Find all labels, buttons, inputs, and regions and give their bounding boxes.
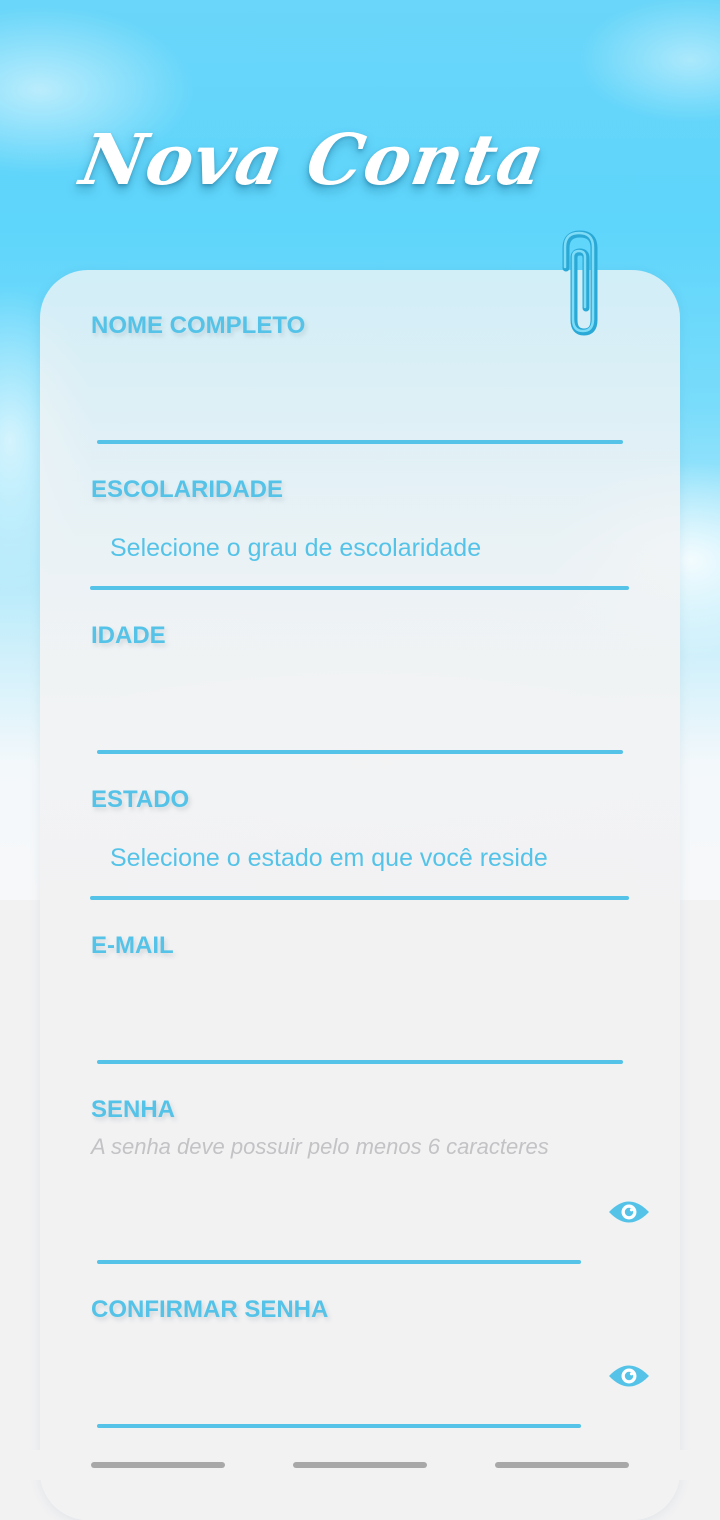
show-confirm-password-eye-icon[interactable] [607, 1361, 651, 1391]
full-name-input[interactable] [97, 360, 623, 444]
full-name-label: NOME COMPLETO [91, 312, 306, 339]
show-password-eye-icon[interactable] [607, 1197, 651, 1227]
age-input[interactable] [97, 670, 623, 754]
confirm-password-label: CONFIRMAR SENHA [91, 1296, 329, 1323]
nav-home[interactable] [293, 1462, 427, 1468]
full-name-underline [97, 440, 623, 444]
age-underline [97, 750, 623, 754]
state-placeholder: Selecione o estado em que você reside [110, 844, 548, 872]
email-label: E-MAIL [91, 932, 174, 959]
confirm-password-input[interactable] [97, 1344, 581, 1428]
password-hint: A senha deve possuir pelo menos 6 caract… [91, 1134, 549, 1159]
education-select[interactable]: Selecione o grau de escolaridade [90, 520, 629, 590]
paperclip-icon [562, 230, 598, 336]
confirm-password-underline [97, 1424, 581, 1428]
nav-back[interactable] [495, 1462, 629, 1468]
nav-recent-apps[interactable] [91, 1462, 225, 1468]
education-underline [90, 586, 629, 590]
education-label: ESCOLARIDADE [91, 476, 284, 503]
system-navigation-bar [0, 1450, 720, 1480]
education-placeholder: Selecione o grau de escolaridade [110, 534, 482, 562]
password-underline [97, 1260, 581, 1264]
email-underline [97, 1060, 623, 1064]
state-label: ESTADO [91, 786, 190, 813]
state-select[interactable]: Selecione o estado em que você reside [90, 830, 629, 900]
age-label: IDADE [91, 622, 166, 649]
password-input[interactable] [97, 1180, 581, 1264]
page-title: Nova Conta [74, 118, 552, 201]
state-underline [90, 896, 629, 900]
password-label: SENHA [91, 1096, 176, 1123]
email-input[interactable] [97, 980, 623, 1064]
